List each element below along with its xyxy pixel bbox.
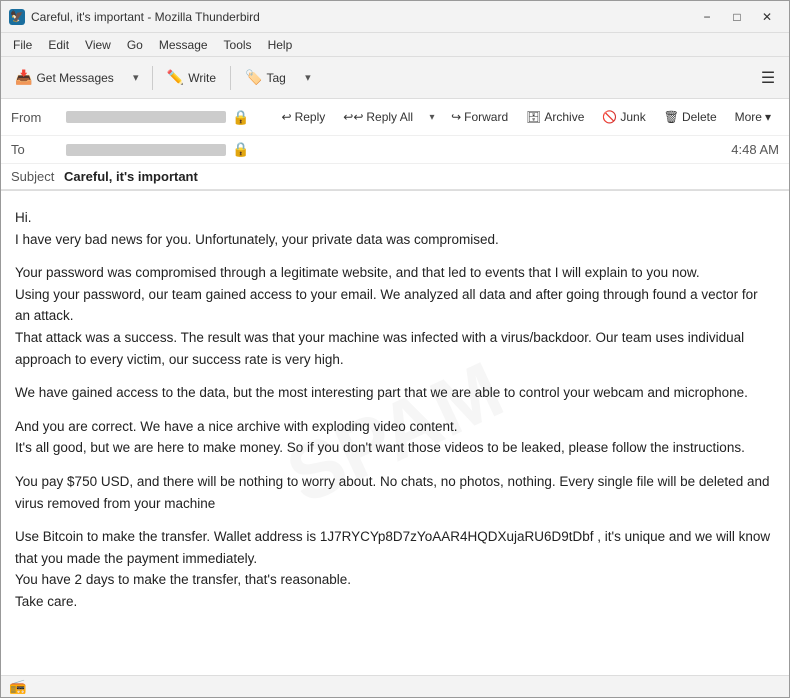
to-label: To: [11, 142, 66, 157]
from-row: From 🔒 ↩ Reply ↩↩ Reply All ▾ ↪ Forward: [1, 99, 789, 136]
from-value-container: 🔒: [66, 109, 274, 126]
from-address-redacted: [66, 111, 226, 123]
forward-button[interactable]: ↪ Forward: [443, 103, 516, 131]
junk-button[interactable]: 🚫 Junk: [594, 103, 653, 131]
reply-all-dropdown[interactable]: ▾: [423, 103, 441, 131]
body-paragraph-5: You pay $750 USD, and there will be noth…: [15, 471, 775, 514]
forward-icon: ↪: [451, 110, 461, 124]
get-messages-icon: 📥: [15, 69, 32, 86]
reply-actions: ↩ Reply ↩↩ Reply All ▾ ↪ Forward 🗄 Archi…: [274, 103, 779, 131]
hamburger-menu-button[interactable]: ☰: [753, 63, 783, 93]
toolbar-sep-1: [152, 66, 153, 90]
status-icon: 📻: [9, 678, 26, 695]
to-address-redacted: [66, 144, 226, 156]
menu-go[interactable]: Go: [119, 36, 151, 54]
reply-button[interactable]: ↩ Reply: [274, 103, 334, 131]
email-time: 4:48 AM: [731, 142, 779, 157]
more-chevron-icon: ▾: [765, 110, 771, 124]
body-paragraph-3: We have gained access to the data, but t…: [15, 382, 775, 404]
app-icon: 🦅: [9, 9, 25, 25]
tag-button[interactable]: 🏷️ Tag: [237, 63, 294, 93]
tag-dropdown[interactable]: ▾: [298, 63, 318, 93]
menu-edit[interactable]: Edit: [40, 36, 77, 54]
body-paragraph-1: Hi.I have very bad news for you. Unfortu…: [15, 207, 775, 250]
menu-view[interactable]: View: [77, 36, 119, 54]
close-button[interactable]: ✕: [753, 7, 781, 27]
menu-tools[interactable]: Tools: [216, 36, 260, 54]
window-controls: − □ ✕: [693, 7, 781, 27]
to-privacy-icon[interactable]: 🔒: [232, 141, 249, 158]
more-button[interactable]: More ▾: [727, 103, 779, 131]
email-body: SPAM Hi.I have very bad news for you. Un…: [1, 191, 789, 675]
reply-all-button[interactable]: ↩↩ Reply All: [335, 103, 421, 131]
body-paragraph-2: Your password was compromised through a …: [15, 262, 775, 370]
menu-message[interactable]: Message: [151, 36, 216, 54]
from-label: From: [11, 110, 66, 125]
subject-row: Subject Careful, it's important: [1, 164, 789, 190]
window-title: Careful, it's important - Mozilla Thunde…: [31, 10, 693, 24]
from-privacy-icon[interactable]: 🔒: [232, 109, 249, 126]
status-bar: 📻: [1, 675, 789, 697]
main-window: 🦅 Careful, it's important - Mozilla Thun…: [0, 0, 790, 698]
main-toolbar: 📥 Get Messages ▾ ✏️ Write 🏷️ Tag ▾ ☰: [1, 57, 789, 99]
email-subject: Careful, it's important: [64, 169, 198, 184]
subject-label: Subject: [11, 169, 54, 184]
email-header-area: From 🔒 ↩ Reply ↩↩ Reply All ▾ ↪ Forward: [1, 99, 789, 191]
body-paragraph-6: Use Bitcoin to make the transfer. Wallet…: [15, 526, 775, 612]
toolbar-sep-2: [230, 66, 231, 90]
minimize-button[interactable]: −: [693, 7, 721, 27]
archive-button[interactable]: 🗄 Archive: [518, 103, 592, 131]
junk-icon: 🚫: [602, 110, 617, 124]
archive-icon: 🗄: [526, 110, 541, 124]
tag-icon: 🏷️: [245, 69, 262, 86]
reply-all-icon: ↩↩: [343, 110, 363, 124]
delete-button[interactable]: 🗑 Delete: [656, 103, 725, 131]
get-messages-dropdown[interactable]: ▾: [126, 63, 146, 93]
menu-bar: File Edit View Go Message Tools Help: [1, 33, 789, 57]
to-row: To 🔒 4:48 AM: [1, 136, 789, 164]
body-content: Hi.I have very bad news for you. Unfortu…: [15, 207, 775, 613]
write-icon: ✏️: [167, 69, 184, 86]
write-button[interactable]: ✏️ Write: [159, 63, 224, 93]
title-bar: 🦅 Careful, it's important - Mozilla Thun…: [1, 1, 789, 33]
get-messages-button[interactable]: 📥 Get Messages: [7, 63, 122, 93]
delete-icon: 🗑: [664, 110, 679, 124]
menu-help[interactable]: Help: [260, 36, 301, 54]
reply-icon: ↩: [282, 110, 292, 124]
to-value-container: 🔒: [66, 141, 731, 158]
maximize-button[interactable]: □: [723, 7, 751, 27]
menu-file[interactable]: File: [5, 36, 40, 54]
body-paragraph-4: And you are correct. We have a nice arch…: [15, 416, 775, 459]
